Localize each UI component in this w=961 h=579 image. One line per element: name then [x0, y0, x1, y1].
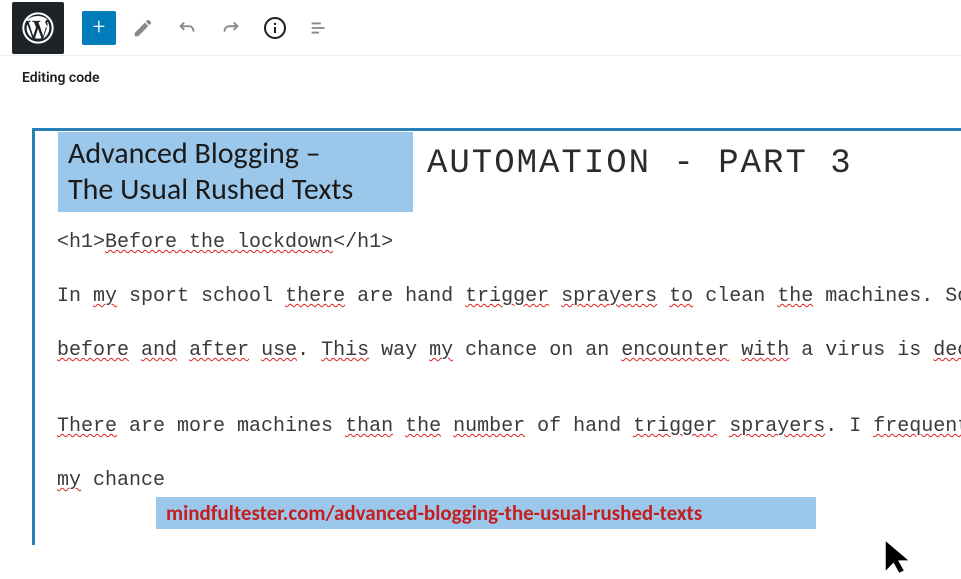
plus-icon: + [93, 15, 105, 40]
outline-button[interactable] [302, 11, 336, 45]
list-icon [308, 17, 330, 39]
undo-icon [176, 17, 198, 39]
redo-icon [220, 17, 242, 39]
overlay-url-box: mindfultester.com/advanced-blogging-the-… [156, 497, 816, 529]
info-icon [263, 16, 287, 40]
editor-toolbar: + [0, 0, 961, 56]
code-line[interactable]: before and after use. This way my chance… [57, 333, 961, 369]
pencil-icon [132, 17, 154, 39]
undo-button[interactable] [170, 11, 204, 45]
add-block-button[interactable]: + [82, 11, 116, 45]
overlay-title-line2: The Usual Rushed Texts [68, 172, 403, 208]
redo-button[interactable] [214, 11, 248, 45]
code-line[interactable]: <h1>Before the lockdown</h1> [57, 225, 961, 261]
info-button[interactable] [258, 11, 292, 45]
overlay-title-box: Advanced Blogging – The Usual Rushed Tex… [58, 132, 413, 212]
wordpress-icon [22, 12, 54, 44]
code-line[interactable]: my chance [57, 463, 961, 499]
editing-mode-label: Editing code [0, 56, 961, 92]
overlay-title-line1: Advanced Blogging – [68, 136, 403, 172]
edit-mode-button[interactable] [126, 11, 160, 45]
wordpress-logo[interactable] [12, 2, 64, 54]
code-line[interactable]: In my sport school there are hand trigge… [57, 279, 961, 315]
code-line[interactable]: There are more machines than the number … [57, 409, 961, 445]
